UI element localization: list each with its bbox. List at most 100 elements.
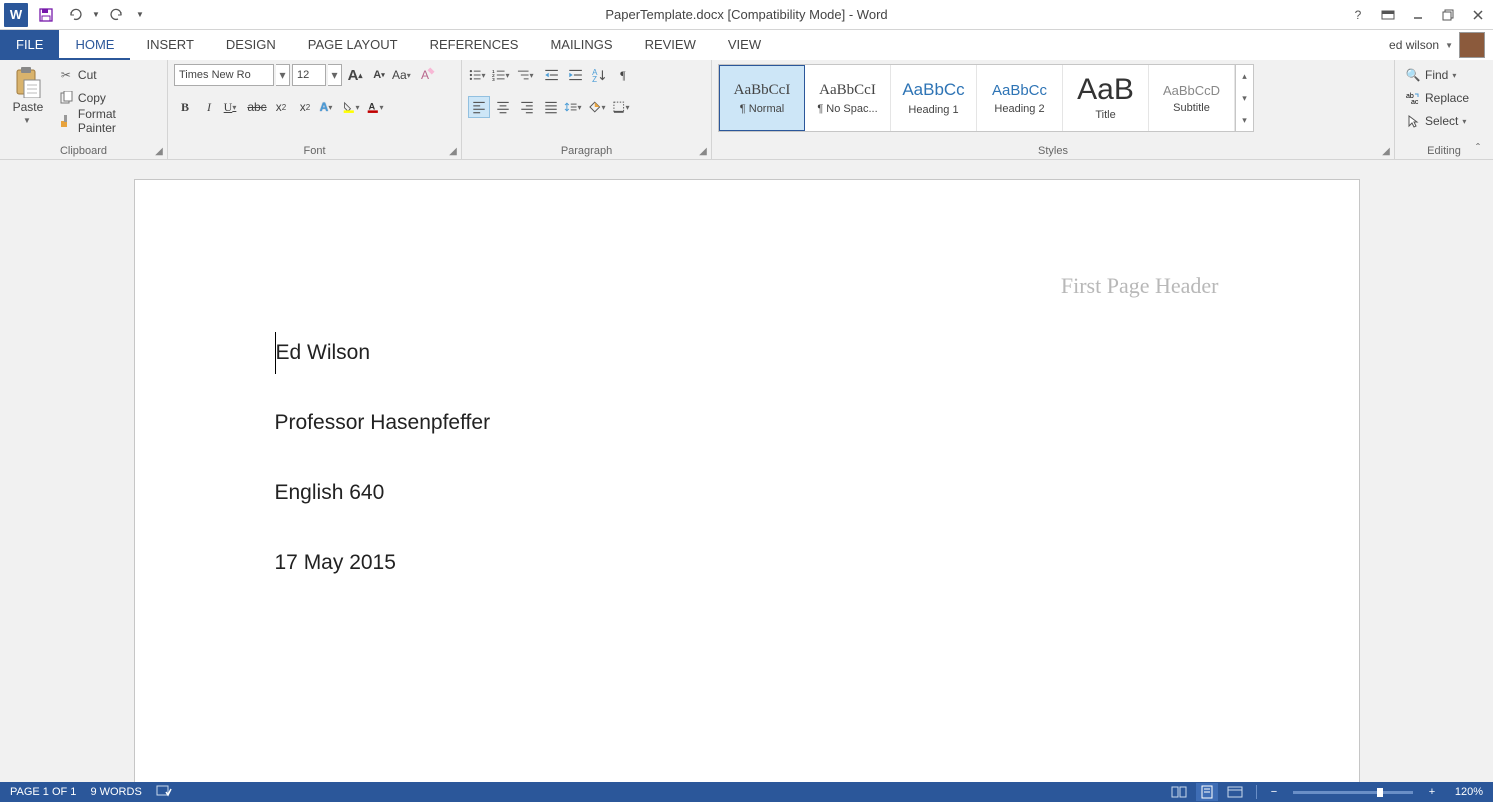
- decrease-indent-button[interactable]: [540, 64, 562, 86]
- clipboard-launcher[interactable]: ◢: [153, 145, 165, 157]
- numbering-button[interactable]: 123▾: [492, 64, 514, 86]
- increase-indent-button[interactable]: [564, 64, 586, 86]
- user-account[interactable]: ed wilson ▼: [1389, 30, 1493, 60]
- grow-font-button[interactable]: A▴: [344, 64, 366, 86]
- web-layout-button[interactable]: [1224, 783, 1246, 801]
- document-line[interactable]: Ed Wilson: [275, 332, 1219, 374]
- page-header: First Page Header: [1061, 264, 1219, 308]
- sort-button[interactable]: AZ: [588, 64, 610, 86]
- zoom-percentage[interactable]: 120%: [1445, 786, 1483, 798]
- italic-button[interactable]: I: [198, 96, 220, 118]
- line-spacing-button[interactable]: ▾: [564, 96, 586, 118]
- minimize-button[interactable]: [1403, 3, 1433, 27]
- zoom-in-button[interactable]: +: [1425, 786, 1439, 798]
- close-button[interactable]: [1463, 3, 1493, 27]
- redo-button[interactable]: [106, 3, 130, 27]
- style-normal[interactable]: AaBbCcI¶ Normal: [719, 65, 805, 131]
- find-button[interactable]: 🔍Find▾: [1401, 64, 1476, 86]
- document-area[interactable]: First Page Header Ed Wilson Professor Ha…: [0, 160, 1493, 782]
- font-launcher[interactable]: ◢: [447, 145, 459, 157]
- align-right-button[interactable]: [516, 96, 538, 118]
- svg-text:A: A: [369, 102, 376, 112]
- undo-dropdown[interactable]: ▼: [90, 3, 102, 27]
- shading-button[interactable]: ▾: [588, 96, 610, 118]
- read-mode-button[interactable]: [1168, 783, 1190, 801]
- document-line[interactable]: Professor Hasenpfeffer: [275, 402, 1219, 444]
- strikethrough-button[interactable]: abc: [246, 96, 268, 118]
- svg-text:3: 3: [492, 77, 495, 83]
- align-center-button[interactable]: [492, 96, 514, 118]
- format-painter-button[interactable]: Format Painter: [54, 110, 161, 132]
- shrink-font-button[interactable]: A▾: [368, 64, 390, 86]
- justify-button[interactable]: [540, 96, 562, 118]
- font-size-input[interactable]: 12: [292, 64, 326, 86]
- spell-check-icon[interactable]: [156, 784, 172, 801]
- restore-button[interactable]: [1433, 3, 1463, 27]
- file-tab[interactable]: FILE: [0, 30, 59, 60]
- replace-button[interactable]: abacReplace: [1401, 87, 1476, 109]
- font-size-dropdown[interactable]: ▾: [328, 64, 342, 86]
- show-hide-button[interactable]: ¶: [612, 64, 634, 86]
- divider: [1256, 785, 1257, 799]
- style-subtitle[interactable]: AaBbCcDSubtitle: [1149, 65, 1235, 131]
- collapse-ribbon-button[interactable]: ˆ: [1469, 141, 1487, 155]
- tab-mailings[interactable]: MAILINGS: [534, 30, 628, 60]
- group-paragraph: ▾ 123▾ ▾ AZ ¶ ▾ ▾ ▾ Paragraph ◢: [462, 60, 712, 159]
- zoom-slider-thumb[interactable]: [1377, 788, 1383, 797]
- status-bar: PAGE 1 OF 1 9 WORDS − + 120%: [0, 782, 1493, 802]
- font-name-dropdown[interactable]: ▾: [276, 64, 290, 86]
- multilevel-list-button[interactable]: ▾: [516, 64, 538, 86]
- borders-button[interactable]: ▾: [612, 96, 634, 118]
- document-page[interactable]: First Page Header Ed Wilson Professor Ha…: [135, 180, 1359, 782]
- word-count[interactable]: 9 WORDS: [90, 786, 141, 798]
- tab-page-layout[interactable]: PAGE LAYOUT: [292, 30, 414, 60]
- tab-insert[interactable]: INSERT: [130, 30, 209, 60]
- clear-formatting-button[interactable]: A: [416, 64, 438, 86]
- tab-review[interactable]: REVIEW: [629, 30, 712, 60]
- bullets-button[interactable]: ▾: [468, 64, 490, 86]
- help-button[interactable]: ?: [1343, 3, 1373, 27]
- zoom-out-button[interactable]: −: [1267, 786, 1281, 798]
- save-button[interactable]: [34, 3, 58, 27]
- page-indicator[interactable]: PAGE 1 OF 1: [10, 786, 76, 798]
- subscript-button[interactable]: x2: [270, 96, 292, 118]
- svg-text:Z: Z: [592, 75, 597, 83]
- document-line[interactable]: English 640: [275, 472, 1219, 514]
- select-button[interactable]: Select▾: [1401, 110, 1476, 132]
- undo-button[interactable]: [62, 3, 86, 27]
- cut-button[interactable]: ✂Cut: [54, 64, 161, 86]
- paste-label: Paste: [13, 100, 44, 114]
- zoom-slider[interactable]: [1293, 791, 1413, 794]
- document-line[interactable]: 17 May 2015: [275, 542, 1219, 584]
- style-heading1[interactable]: AaBbCcHeading 1: [891, 65, 977, 131]
- style-no-spacing[interactable]: AaBbCcI¶ No Spac...: [805, 65, 891, 131]
- ribbon-display-options[interactable]: [1373, 3, 1403, 27]
- styles-scroll-up[interactable]: ▴: [1236, 65, 1253, 87]
- tab-home[interactable]: HOME: [59, 30, 130, 60]
- font-color-button[interactable]: A▾: [366, 96, 388, 118]
- copy-button[interactable]: Copy: [54, 87, 161, 109]
- change-case-button[interactable]: Aa▾: [392, 64, 414, 86]
- qat-customize[interactable]: ▼: [134, 3, 146, 27]
- print-layout-button[interactable]: [1196, 783, 1218, 801]
- styles-scroll-down[interactable]: ▾: [1236, 87, 1253, 109]
- styles-launcher[interactable]: ◢: [1380, 145, 1392, 157]
- font-name-input[interactable]: Times New Ro: [174, 64, 274, 86]
- ribbon: Paste ▼ ✂Cut Copy Format Painter Clipboa…: [0, 60, 1493, 160]
- superscript-button[interactable]: x2: [294, 96, 316, 118]
- style-title[interactable]: AaBTitle: [1063, 65, 1149, 131]
- highlight-button[interactable]: ▾: [342, 96, 364, 118]
- align-left-button[interactable]: [468, 96, 490, 118]
- tab-references[interactable]: REFERENCES: [414, 30, 535, 60]
- tab-design[interactable]: DESIGN: [210, 30, 292, 60]
- paste-button[interactable]: Paste ▼: [6, 64, 50, 127]
- style-heading2[interactable]: AaBbCcHeading 2: [977, 65, 1063, 131]
- styles-gallery-scrollbar: ▴ ▾ ▾: [1235, 65, 1253, 131]
- text-effects-button[interactable]: A▾: [318, 96, 340, 118]
- tab-view[interactable]: VIEW: [712, 30, 777, 60]
- svg-text:ac: ac: [1411, 99, 1419, 105]
- bold-button[interactable]: B: [174, 96, 196, 118]
- styles-expand[interactable]: ▾: [1236, 109, 1253, 131]
- underline-button[interactable]: U▾: [222, 96, 244, 118]
- paragraph-launcher[interactable]: ◢: [697, 145, 709, 157]
